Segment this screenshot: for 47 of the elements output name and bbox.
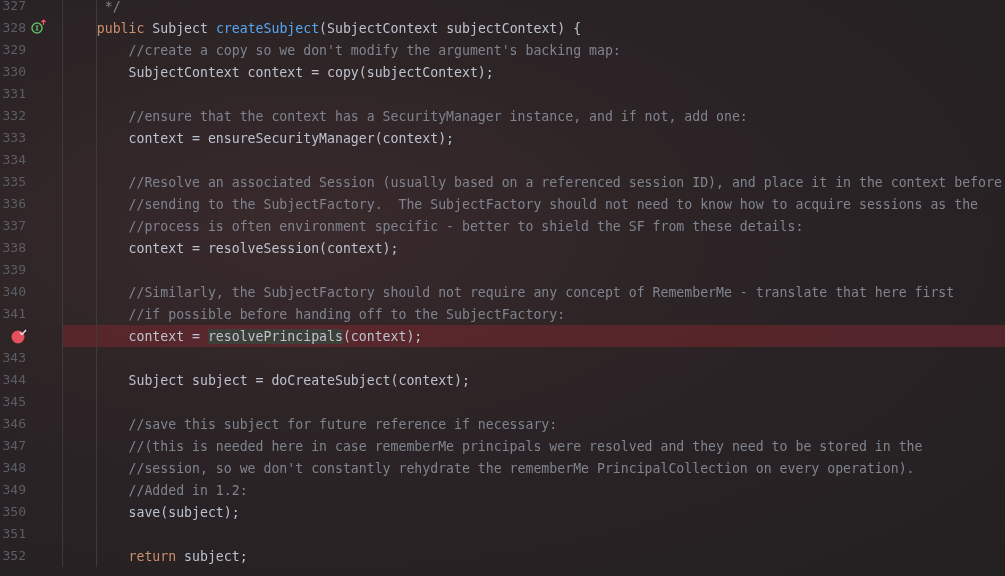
code-line: //ensure that the context has a SecurityManager instance, and if not, add one: (127, 108, 748, 124)
code-line: //session, so we don't constantly rehydrate the rememberMe PrincipalCollection on every operation). (127, 460, 915, 476)
line-number: 337 (2, 218, 26, 233)
line-number: 334 (2, 152, 26, 167)
line-number: 327 (2, 0, 26, 13)
code-line: return subject; (127, 548, 248, 564)
line-number: 350 (2, 504, 26, 519)
line-number: 335 (2, 174, 26, 189)
code-line: context = ensureSecurityManager(context); (127, 130, 455, 146)
line-number: 346 (2, 416, 26, 431)
code-line: SubjectContext context = copy(subjectContext); (127, 64, 494, 80)
code-line: save(subject); (127, 504, 240, 520)
line-number: 333 (2, 130, 26, 145)
code-line: context = resolvePrincipals(context); (127, 328, 423, 344)
code-line: //(this is needed here in case rememberMe principals were resolved and they need to be stored in the (127, 438, 923, 454)
line-number: 328 (2, 20, 26, 35)
line-number: 341 (2, 306, 26, 321)
line-number: 343 (2, 350, 26, 365)
code-line: //if possible before handing off to the SubjectFactory: (127, 306, 566, 322)
line-number: 329 (2, 42, 26, 57)
line-number: 340 (2, 284, 26, 299)
code-line: */ (103, 0, 121, 14)
line-number: 332 (2, 108, 26, 123)
line-number: 344 (2, 372, 26, 387)
line-number: 347 (2, 438, 26, 453)
implements-method-icon[interactable] (31, 19, 47, 35)
line-number: 348 (2, 460, 26, 475)
line-number: 339 (2, 262, 26, 277)
line-number: 352 (2, 548, 26, 563)
code-line: //create a copy so we don't modify the argument's backing map: (127, 42, 621, 58)
code-line: public Subject createSubject(SubjectContext subjectContext) { (95, 20, 582, 36)
code-line: //Resolve an associated Session (usually based on a referenced session ID), and place it in the context before (127, 174, 1002, 190)
line-number: 338 (2, 240, 26, 255)
line-number: 330 (2, 64, 26, 79)
code-line: //process is often environment specific - better to shield the SF from these details: (127, 218, 804, 234)
code-line: Subject subject = doCreateSubject(context); (127, 372, 470, 388)
line-number: 345 (2, 394, 26, 409)
line-number: 351 (2, 526, 26, 541)
code-line: context = resolveSession(context); (127, 240, 399, 256)
code-line: //sending to the SubjectFactory. The SubjectFactory should not need to know how to acquire sessions as the (127, 196, 979, 212)
line-number: 331 (2, 86, 26, 101)
code-line: //save this subject for future reference if necessary: (127, 416, 558, 432)
code-line: //Added in 1.2: (127, 482, 248, 498)
code-line: //Similarly, the SubjectFactory should not require any concept of RememberMe - translate that here first (127, 284, 955, 300)
breakpoint-icon[interactable] (11, 328, 29, 344)
line-number: 336 (2, 196, 26, 211)
line-number: 349 (2, 482, 26, 497)
